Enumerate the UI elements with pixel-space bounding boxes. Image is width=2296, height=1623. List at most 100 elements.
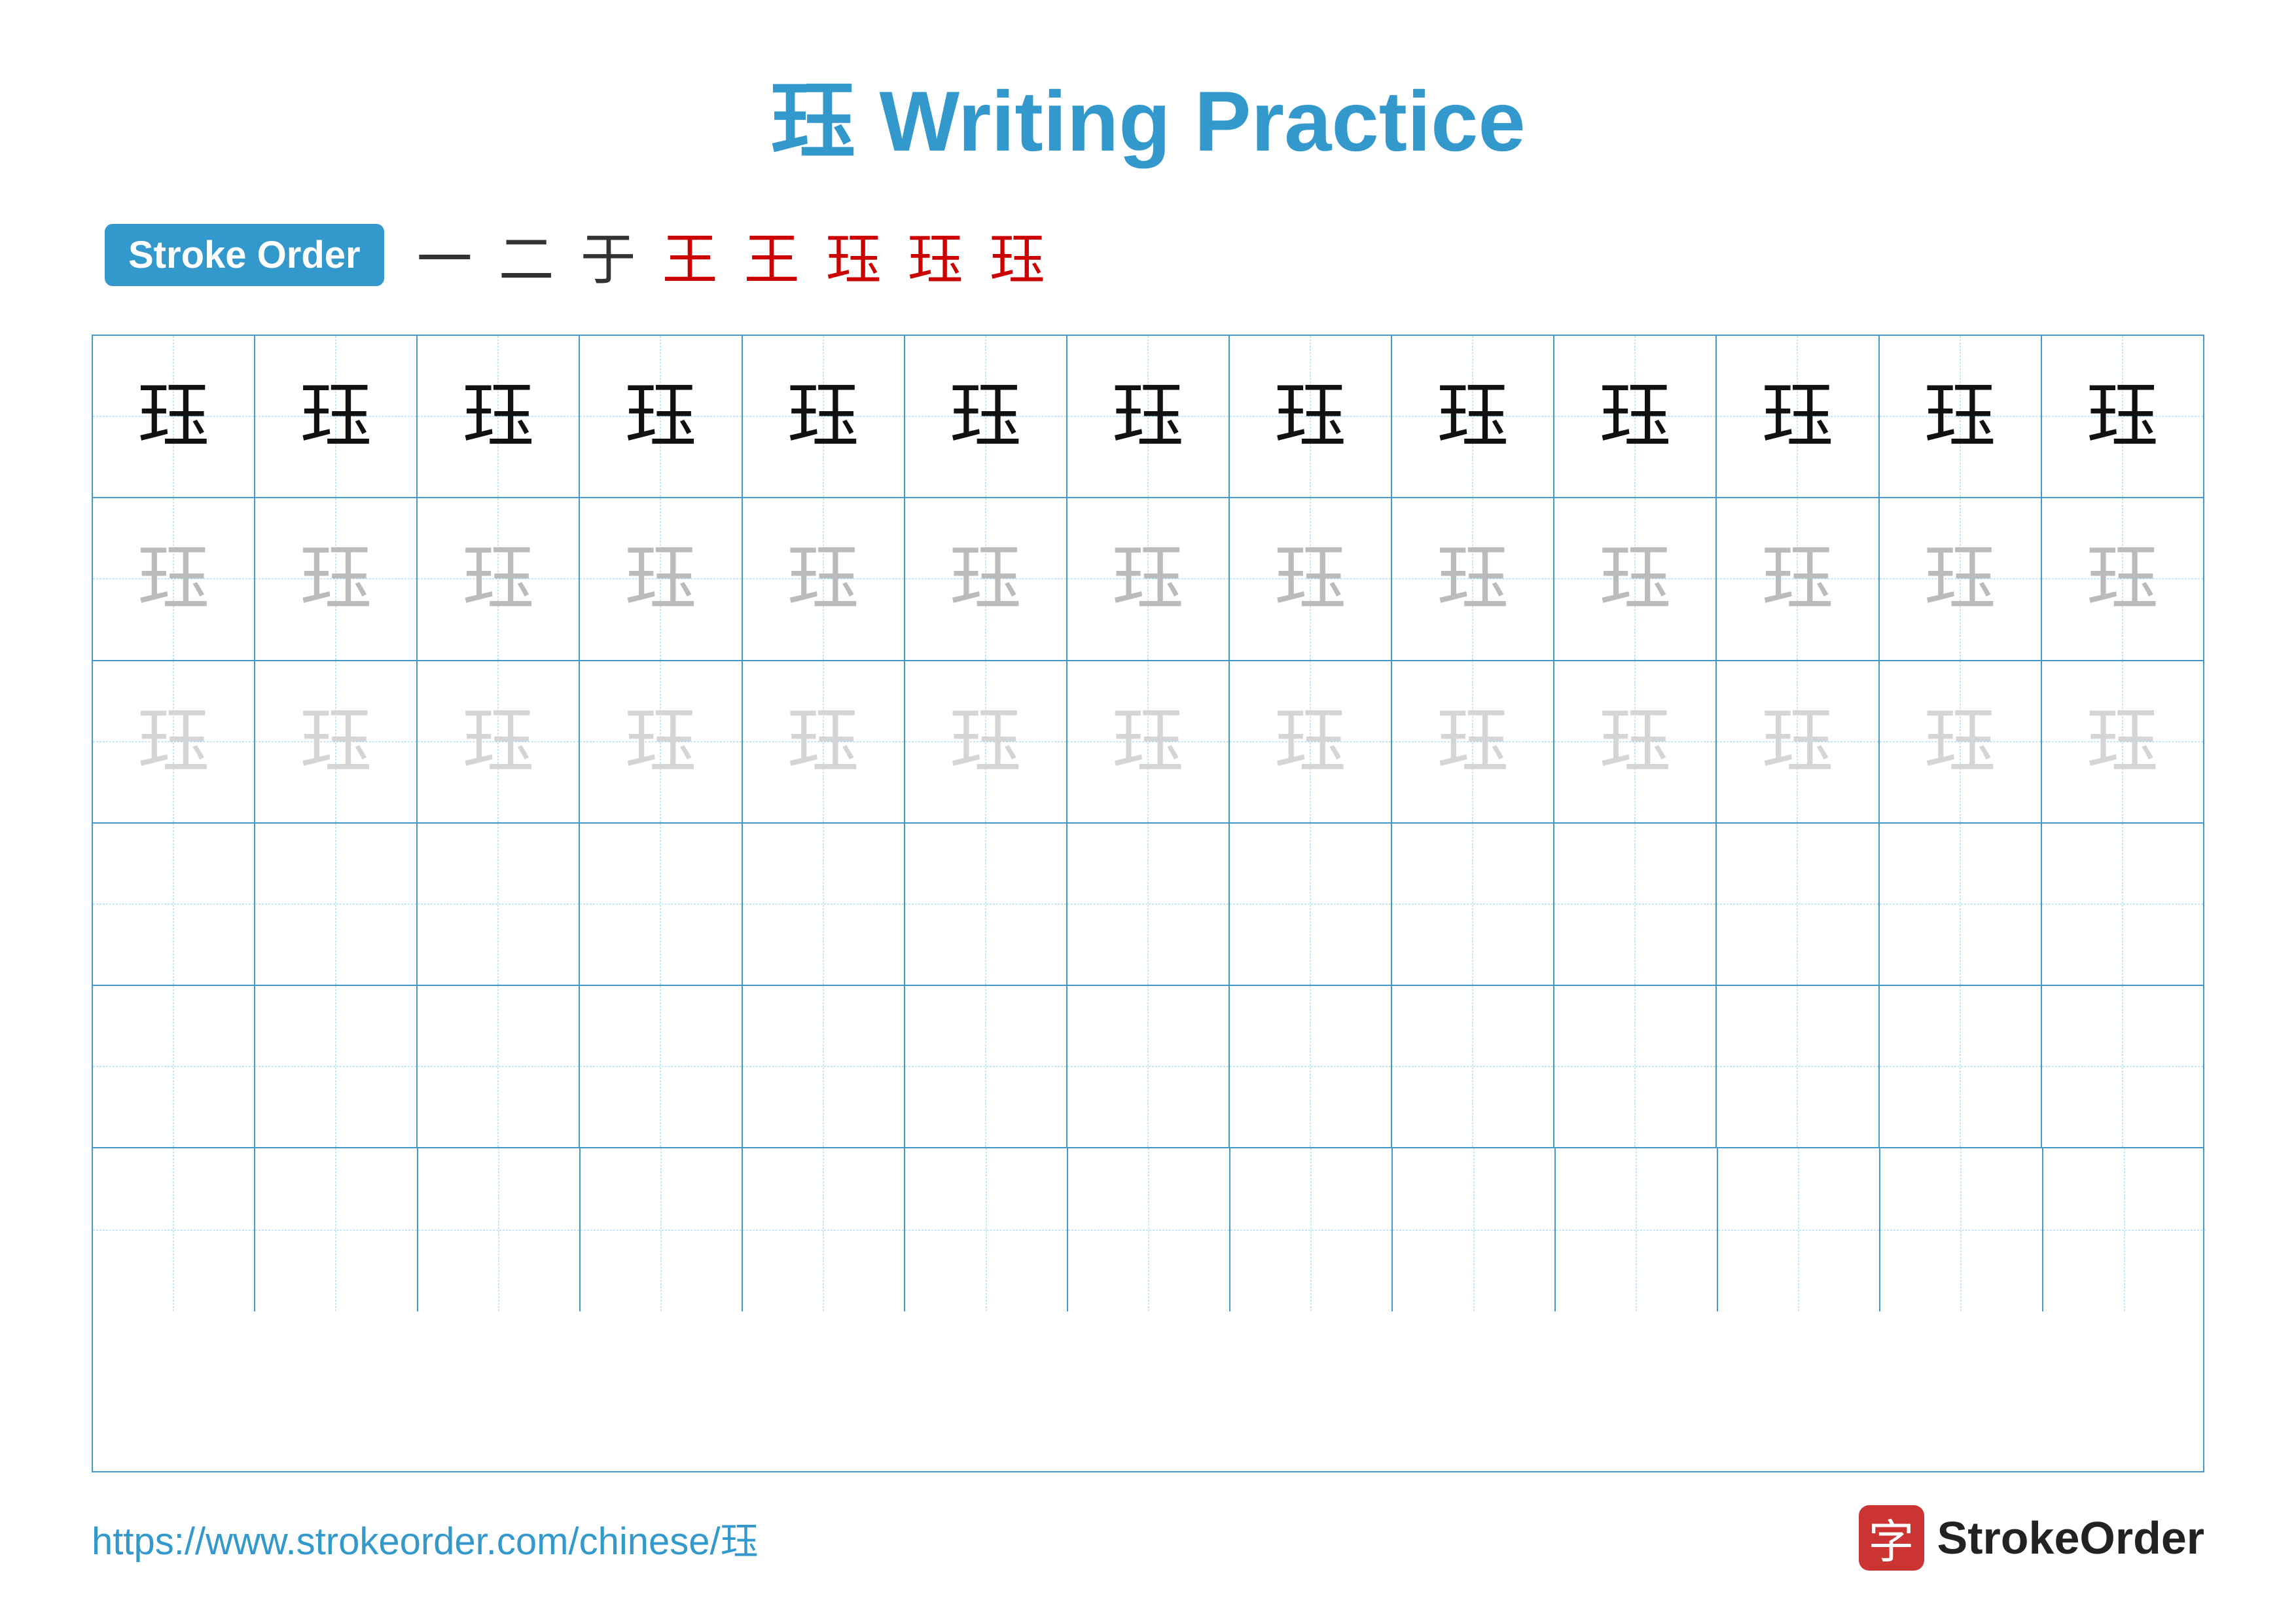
cell-character: 珏: [1112, 380, 1184, 452]
grid-cell: 珏: [743, 498, 905, 659]
grid-cell: [580, 986, 742, 1147]
grid-cell: 珏: [905, 661, 1067, 822]
grid-cell: [1554, 986, 1717, 1147]
grid-cell: [255, 1148, 418, 1311]
grid-cell: 珏: [93, 661, 255, 822]
grid-cell: [255, 824, 418, 985]
grid-cell: 珏: [1880, 661, 2042, 822]
grid-cell: 珏: [1880, 336, 2042, 497]
brand-name: StrokeOrder: [1937, 1512, 2204, 1564]
grid-cell: 珏: [580, 336, 742, 497]
cell-character: 珏: [1274, 543, 1346, 615]
grid-cell: 珏: [93, 498, 255, 659]
grid-cell: 珏: [1067, 661, 1230, 822]
grid-cell: 珏: [1067, 336, 1230, 497]
grid-cell: 珏: [255, 336, 418, 497]
grid-cell: [905, 986, 1067, 1147]
cell-character: 珏: [137, 380, 209, 452]
grid-cell: [1718, 1148, 1880, 1311]
cell-character: 珏: [1924, 543, 1996, 615]
grid-cell: 珏: [1392, 336, 1554, 497]
grid-cell: 珏: [255, 661, 418, 822]
grid-cell: 珏: [1717, 498, 1879, 659]
grid-cell: [418, 986, 580, 1147]
grid-cell: [1717, 986, 1879, 1147]
brand-icon: 字: [1859, 1505, 1924, 1571]
grid-cell: [2042, 986, 2203, 1147]
cell-character: 珏: [1924, 380, 1996, 452]
cell-character: 珏: [1437, 706, 1509, 778]
grid-row-3: [93, 824, 2203, 986]
grid-cell: [418, 1148, 581, 1311]
grid-row-0: 珏珏珏珏珏珏珏珏珏珏珏珏珏: [93, 336, 2203, 498]
cell-character: 珏: [624, 380, 696, 452]
cell-character: 珏: [300, 380, 372, 452]
cell-character: 珏: [1761, 706, 1833, 778]
grid-row-4: [93, 986, 2203, 1148]
stroke-2: 二: [499, 215, 554, 295]
grid-cell: 珏: [905, 336, 1067, 497]
cell-character: 珏: [300, 543, 372, 615]
cell-character: 珏: [137, 706, 209, 778]
cell-character: 珏: [1112, 706, 1184, 778]
grid-cell: [2043, 1148, 2206, 1311]
grid-row-1: 珏珏珏珏珏珏珏珏珏珏珏珏珏: [93, 498, 2203, 661]
stroke-8: 珏: [990, 215, 1045, 295]
grid-cell: 珏: [580, 498, 742, 659]
grid-cell: 珏: [2042, 336, 2203, 497]
grid-cell: 珏: [743, 336, 905, 497]
grid-cell: 珏: [1554, 498, 1717, 659]
grid-cell: 珏: [2042, 661, 2203, 822]
grid-cell: 珏: [1392, 498, 1554, 659]
grid-cell: [743, 986, 905, 1147]
cell-character: 珏: [2087, 706, 2159, 778]
cell-character: 珏: [624, 706, 696, 778]
footer: https://www.strokeorder.com/chinese/珏 字 …: [92, 1505, 2204, 1571]
grid-cell: 珏: [743, 661, 905, 822]
cell-character: 珏: [624, 543, 696, 615]
footer-url[interactable]: https://www.strokeorder.com/chinese/珏: [92, 1510, 759, 1565]
stroke-order-badge: Stroke Order: [105, 224, 384, 286]
cell-character: 珏: [300, 706, 372, 778]
cell-character: 珏: [1599, 543, 1671, 615]
grid-cell: [743, 824, 905, 985]
grid-cell: [1392, 824, 1554, 985]
grid-cell: [1067, 986, 1230, 1147]
cell-character: 珏: [1599, 380, 1671, 452]
grid-cell: 珏: [255, 498, 418, 659]
stroke-order-row: Stroke Order 一 二 于 王 王 珏 珏 珏: [92, 215, 2204, 295]
stroke-3: 于: [581, 215, 636, 295]
grid-cell: [1392, 986, 1554, 1147]
cell-character: 珏: [1761, 543, 1833, 615]
grid-cell: [1068, 1148, 1230, 1311]
grid-cell: [905, 824, 1067, 985]
grid-cell: [743, 1148, 905, 1311]
page-container: 珏 Writing Practice Stroke Order 一 二 于 王 …: [0, 0, 2296, 1623]
cell-character: 珏: [1112, 543, 1184, 615]
cell-character: 珏: [950, 706, 1022, 778]
grid-cell: [418, 824, 580, 985]
grid-cell: [1880, 986, 2042, 1147]
stroke-1: 一: [417, 215, 473, 295]
cell-character: 珏: [950, 380, 1022, 452]
grid-cell: [1556, 1148, 1718, 1311]
practice-grid: 珏珏珏珏珏珏珏珏珏珏珏珏珏珏珏珏珏珏珏珏珏珏珏珏珏珏珏珏珏珏珏珏珏珏珏珏珏珏珏: [92, 335, 2204, 1472]
cell-character: 珏: [787, 380, 859, 452]
grid-cell: [1717, 824, 1879, 985]
grid-cell: 珏: [1554, 336, 1717, 497]
grid-cell: 珏: [1230, 498, 1392, 659]
grid-cell: [93, 824, 255, 985]
cell-character: 珏: [787, 706, 859, 778]
grid-cell: 珏: [2042, 498, 2203, 659]
grid-cell: [1230, 824, 1392, 985]
grid-cell: 珏: [905, 498, 1067, 659]
cell-character: 珏: [1274, 380, 1346, 452]
grid-cell: 珏: [1717, 661, 1879, 822]
cell-character: 珏: [1437, 543, 1509, 615]
cell-character: 珏: [462, 380, 534, 452]
cell-character: 珏: [1761, 380, 1833, 452]
grid-cell: 珏: [580, 661, 742, 822]
stroke-5: 王: [744, 215, 800, 295]
cell-character: 珏: [2087, 543, 2159, 615]
grid-cell: [905, 1148, 1067, 1311]
